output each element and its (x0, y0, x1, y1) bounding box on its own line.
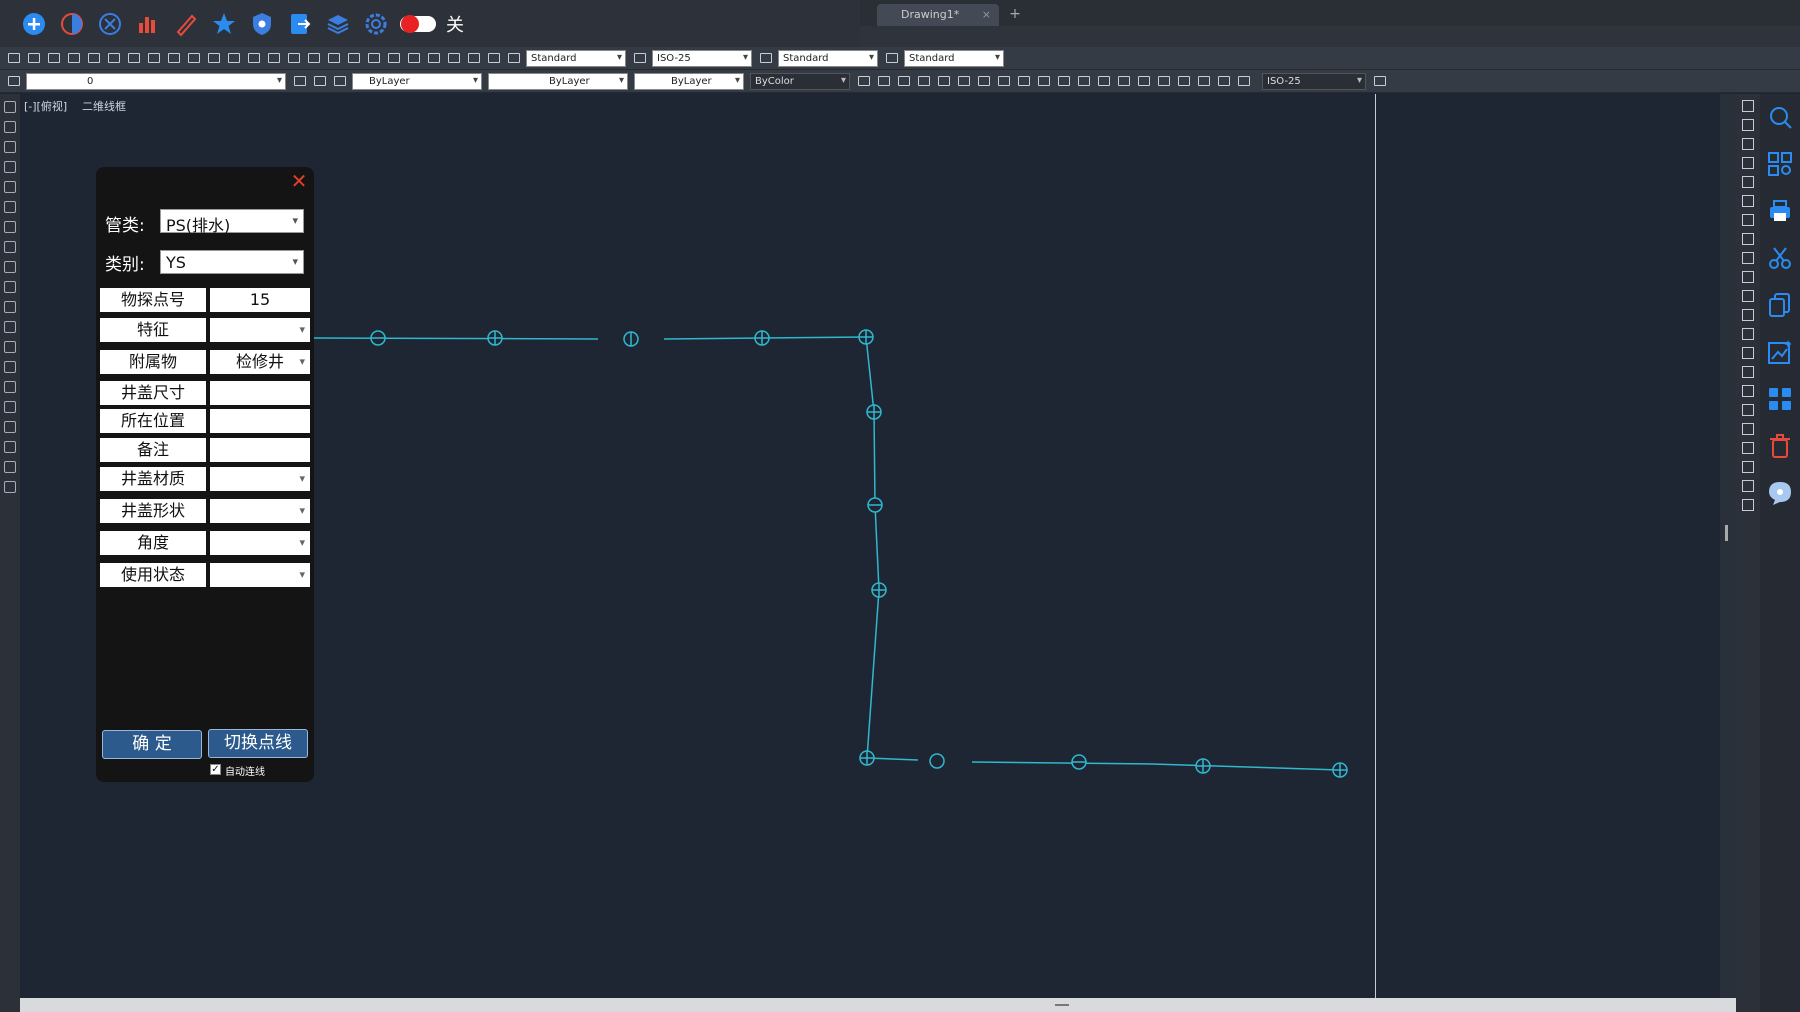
manhole-symbol (1332, 762, 1348, 778)
move-tool-icon[interactable] (1742, 195, 1754, 207)
trash-icon[interactable] (1767, 433, 1793, 459)
manhole-symbol (859, 750, 875, 766)
manhole-symbol (487, 330, 503, 346)
grid-search-icon[interactable] (1767, 151, 1793, 177)
chamfer-tool-icon[interactable] (1742, 347, 1754, 359)
feature-select[interactable] (210, 318, 310, 342)
pipe-segment (971, 761, 1153, 765)
image-chart-icon[interactable] (1767, 339, 1793, 365)
manhole-symbol (754, 330, 770, 346)
auto-connect-label: 自动连线 (225, 767, 265, 778)
switch-point-line-button[interactable]: 切换点线 (208, 729, 308, 758)
pipe-segment (313, 337, 599, 340)
modify-toolbar (1736, 94, 1760, 1012)
scale-tool-icon[interactable] (1742, 233, 1754, 245)
array-tool-icon[interactable] (1742, 176, 1754, 188)
apps-grid-icon[interactable] (1767, 386, 1793, 412)
scrollbar-grip-horizontal[interactable] (1055, 1004, 1069, 1006)
text-front-icon[interactable] (1742, 480, 1754, 492)
usage-status-select[interactable] (210, 563, 310, 587)
bring-front-icon[interactable] (1742, 442, 1754, 454)
pipe-segment (866, 589, 880, 759)
blend-tool-icon[interactable] (1742, 385, 1754, 397)
manhole-symbol (929, 753, 945, 769)
manhole-symbol (1071, 754, 1087, 770)
appendage-select[interactable]: 检修井 (210, 350, 310, 374)
point-number-input[interactable]: 15 (210, 288, 310, 312)
manhole-symbol (866, 404, 882, 420)
join-tool-icon[interactable] (1742, 328, 1754, 340)
field-label-cover-shape: 井盖形状 (100, 499, 206, 523)
plugin-side-panel (1760, 94, 1800, 1012)
field-label-cover-material: 井盖材质 (100, 467, 206, 491)
copy-tool-icon[interactable] (1742, 119, 1754, 131)
pipe-segment (873, 411, 876, 506)
rotate-tool-icon[interactable] (1742, 214, 1754, 226)
fillet-tool-icon[interactable] (1742, 366, 1754, 378)
scrollbar-grip[interactable] (1725, 525, 1728, 541)
copy-doc-icon[interactable] (1767, 292, 1793, 318)
mirror-tool-icon[interactable] (1742, 138, 1754, 150)
location-input[interactable] (210, 409, 310, 433)
field-label-usage-status: 使用状态 (100, 563, 206, 587)
manhole-symbol (871, 582, 887, 598)
horizontal-scrollbar[interactable] (20, 998, 1736, 1012)
cad-application: 关 Drawing1* × + Standard ▾ ISO-25 ▾ Stan… (0, 0, 1800, 1012)
category-select[interactable]: YS (160, 250, 304, 274)
pipe-segment (865, 336, 875, 413)
dialog-close-icon[interactable]: ✕ (290, 171, 308, 191)
field-label-angle: 角度 (100, 531, 206, 555)
stretch-tool-icon[interactable] (1742, 252, 1754, 264)
category-label: 类别: (105, 255, 145, 275)
field-label-location: 所在位置 (100, 409, 206, 433)
pipe-segment (874, 504, 880, 591)
field-label-remark: 备注 (100, 438, 206, 462)
manhole-symbol (1195, 758, 1211, 774)
field-label-cover-size: 井盖尺寸 (100, 381, 206, 405)
cover-material-select[interactable] (210, 467, 310, 491)
pipe-segment (1151, 763, 1341, 771)
erase-tool-icon[interactable] (1742, 100, 1754, 112)
vertical-scrollbar[interactable] (1720, 94, 1736, 998)
auto-connect-checkbox[interactable]: ✓ (210, 764, 221, 775)
extend-tool-icon[interactable] (1742, 290, 1754, 302)
send-back-icon[interactable] (1742, 461, 1754, 473)
draworder-tool-icon[interactable] (1742, 423, 1754, 435)
field-label-point-number: 物探点号 (100, 288, 206, 312)
trim-tool-icon[interactable] (1742, 271, 1754, 283)
printer-icon[interactable] (1767, 198, 1793, 224)
angle-select[interactable] (210, 531, 310, 555)
manhole-symbol (867, 497, 883, 513)
manhole-symbol (623, 331, 639, 347)
hatch-back-icon[interactable] (1742, 499, 1754, 511)
field-label-feature: 特征 (100, 318, 206, 342)
manhole-symbol (858, 329, 874, 345)
break-tool-icon[interactable] (1742, 309, 1754, 321)
manhole-symbol (370, 330, 386, 346)
pipe-type-label: 管类: (105, 216, 145, 236)
pipe-type-select[interactable]: PS(排水) (160, 209, 304, 235)
scissors-icon[interactable] (1767, 245, 1793, 271)
zoom-search-icon[interactable] (1767, 104, 1793, 130)
offset-tool-icon[interactable] (1742, 157, 1754, 169)
field-label-appendage: 附属物 (100, 350, 206, 374)
cover-size-input[interactable] (210, 381, 310, 405)
remark-input[interactable] (210, 438, 310, 462)
cover-shape-select[interactable] (210, 499, 310, 523)
confirm-button[interactable]: 确 定 (102, 730, 202, 759)
explode-tool-icon[interactable] (1742, 404, 1754, 416)
assistant-bubble-icon[interactable] (1767, 480, 1793, 506)
